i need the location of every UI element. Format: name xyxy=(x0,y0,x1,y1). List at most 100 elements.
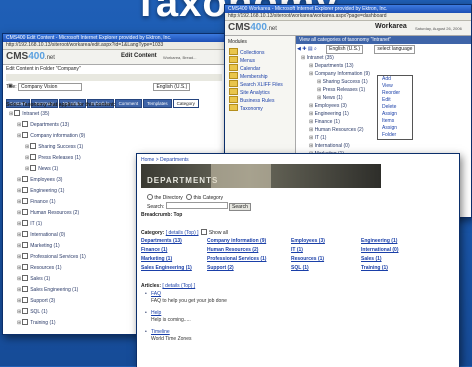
tree-checkbox[interactable] xyxy=(22,187,29,193)
expand-icon[interactable]: ⊞ xyxy=(25,166,29,172)
tree-item[interactable]: ⊞ Employees (3) xyxy=(309,103,347,110)
edit-content-address-bar[interactable]: http://192.168.10.13/siteroot/workarea/e… xyxy=(3,42,225,50)
tree-checkbox[interactable] xyxy=(30,154,37,160)
sidebar-item[interactable]: Taxonomy xyxy=(229,104,263,113)
expand-icon[interactable]: ⊞ xyxy=(17,232,21,238)
tree-item[interactable]: ⊞ Finance (1) xyxy=(309,119,340,126)
workarea-address-bar[interactable]: http://192.168.10.13/siteroot/workarea/w… xyxy=(225,13,471,21)
expand-icon[interactable]: ⊞ xyxy=(17,309,21,315)
context-menu-item[interactable]: Add xyxy=(378,76,412,83)
tree-checkbox[interactable] xyxy=(22,220,29,226)
search-input[interactable] xyxy=(165,202,228,209)
tree-item[interactable]: ⊞ Finance (1) xyxy=(17,198,56,206)
category-link[interactable]: Training (1) xyxy=(361,265,388,272)
expand-icon[interactable]: ⊞ xyxy=(17,265,21,271)
tree-checkbox[interactable] xyxy=(22,121,29,127)
tree-item[interactable]: ⊞ Sharing Success (1) xyxy=(25,143,83,151)
tree-item[interactable]: ⊞ News (1) xyxy=(25,165,58,173)
tree-checkbox[interactable] xyxy=(22,242,29,248)
tree-item[interactable]: ⊞ Press Releases (1) xyxy=(25,154,81,162)
search-button[interactable]: Search xyxy=(229,203,251,211)
back-icon[interactable]: ◀ xyxy=(297,46,301,52)
tree-item[interactable]: ⊞ Sharing Success (1) xyxy=(317,79,368,86)
tab-category[interactable]: Category xyxy=(172,99,199,108)
tree-item[interactable]: ⊞ Support (3) xyxy=(17,297,55,305)
tree-checkbox[interactable] xyxy=(22,264,29,270)
tree-item[interactable]: ⊞ Sales Engineering (1) xyxy=(17,286,78,294)
expand-icon[interactable]: ⊞ xyxy=(17,243,21,249)
tree-checkbox[interactable] xyxy=(22,198,29,204)
expand-icon[interactable]: ⊞ xyxy=(17,221,21,227)
context-menu-item[interactable]: Delete xyxy=(378,104,412,111)
tab-comment[interactable]: Comment xyxy=(114,99,143,108)
category-link[interactable]: Departments (13) xyxy=(141,238,182,245)
tree-item[interactable]: ⊞ Employees (3) xyxy=(17,176,62,184)
category-link[interactable]: Resources (1) xyxy=(291,256,324,263)
tree-checkbox[interactable] xyxy=(22,132,29,138)
tree-checkbox[interactable] xyxy=(22,308,29,314)
tree-item[interactable]: ⊞ Press Releases (1) xyxy=(317,87,365,94)
tree-item[interactable]: ⊞ IT (1) xyxy=(17,220,42,228)
expand-icon[interactable]: ⊞ xyxy=(17,320,21,326)
context-menu-item[interactable]: Edit xyxy=(378,97,412,104)
article-title[interactable]: Help xyxy=(151,310,161,317)
context-menu-item[interactable]: Reorder xyxy=(378,90,412,97)
category-link[interactable]: Human Resources (2) xyxy=(207,247,258,254)
expand-icon[interactable]: ⊞ xyxy=(17,188,21,194)
tree-item[interactable]: ⊞ Engineering (1) xyxy=(309,111,349,118)
tree-checkbox[interactable] xyxy=(22,231,29,237)
category-link[interactable]: Sales (1) xyxy=(361,256,382,263)
expand-icon[interactable]: ⊞ xyxy=(17,199,21,205)
tree-item[interactable]: ⊞ Company Information (9) xyxy=(309,71,370,78)
tree-item[interactable]: ⊞ Departments (13) xyxy=(17,121,69,129)
tree-item[interactable]: ⊞ Intranet (35) xyxy=(9,110,49,118)
search-icon[interactable]: ⌕ xyxy=(314,46,317,52)
category-link[interactable]: Professional Services (1) xyxy=(207,256,266,263)
tree-checkbox[interactable] xyxy=(22,275,29,281)
category-link[interactable]: IT (1) xyxy=(291,247,303,254)
tree-item[interactable]: ⊞ International (0) xyxy=(17,231,65,239)
tree-item[interactable]: ⊞ SQL (1) xyxy=(17,308,48,316)
expand-icon[interactable]: ⊞ xyxy=(25,155,29,161)
tree-checkbox[interactable] xyxy=(30,165,37,171)
expand-icon[interactable]: ⊞ xyxy=(17,177,21,183)
title-input[interactable]: Company Vision xyxy=(18,83,83,91)
radio-directory[interactable] xyxy=(147,194,153,200)
language-select[interactable]: English (U.S.) xyxy=(326,45,364,54)
tree-item[interactable]: ⊞ Intranet (35) xyxy=(301,55,334,62)
category-link[interactable]: Engineering (1) xyxy=(361,238,397,245)
tree-item[interactable]: ⊞ Training (1) xyxy=(17,319,56,327)
expand-icon[interactable]: ⊞ xyxy=(17,122,21,128)
category-details-link[interactable]: [ details (Top) ] xyxy=(166,230,199,236)
add-icon[interactable]: ✚ xyxy=(302,46,306,52)
expand-icon[interactable]: ⊞ xyxy=(17,254,21,260)
expand-icon[interactable]: ⊞ xyxy=(17,276,21,282)
category-link[interactable]: Marketing (1) xyxy=(141,256,172,263)
tree-checkbox[interactable] xyxy=(14,110,21,116)
tree-checkbox[interactable] xyxy=(22,176,29,182)
tree-item[interactable]: ⊞ Sales (1) xyxy=(17,275,50,283)
tree-item[interactable]: ⊞ International (0) xyxy=(309,143,350,150)
tree-checkbox[interactable] xyxy=(30,143,37,149)
tree-checkbox[interactable] xyxy=(22,253,29,259)
tree-item[interactable]: ⊞ Resources (1) xyxy=(17,264,62,272)
tree-checkbox[interactable] xyxy=(22,286,29,292)
tree-checkbox[interactable] xyxy=(22,297,29,303)
expand-icon[interactable]: ⊞ xyxy=(17,298,21,304)
context-menu-item[interactable]: Assign Items xyxy=(378,111,412,125)
tree-checkbox[interactable] xyxy=(22,319,29,325)
tree-item[interactable]: ⊞ Professional Services (1) xyxy=(17,253,86,261)
show-all-checkbox[interactable] xyxy=(200,229,207,235)
category-link[interactable]: Support (2) xyxy=(207,265,234,272)
tree-item[interactable]: ⊞ Departments (13) xyxy=(309,63,354,70)
tree-item[interactable]: ⊞ News (1) xyxy=(317,95,343,102)
articles-details-link[interactable]: [ details (Top) ] xyxy=(162,283,195,289)
expand-icon[interactable]: ⊞ xyxy=(17,210,21,216)
category-link[interactable]: Company information (9) xyxy=(207,238,266,245)
view-icon[interactable]: ▤ xyxy=(308,46,313,52)
article-title[interactable]: Timeline xyxy=(151,329,170,336)
tree-item[interactable]: ⊞ IT (1) xyxy=(309,135,326,142)
expand-icon[interactable]: ⊞ xyxy=(9,111,13,117)
category-link[interactable]: International (0) xyxy=(361,247,399,254)
category-link[interactable]: Employees (3) xyxy=(291,238,325,245)
